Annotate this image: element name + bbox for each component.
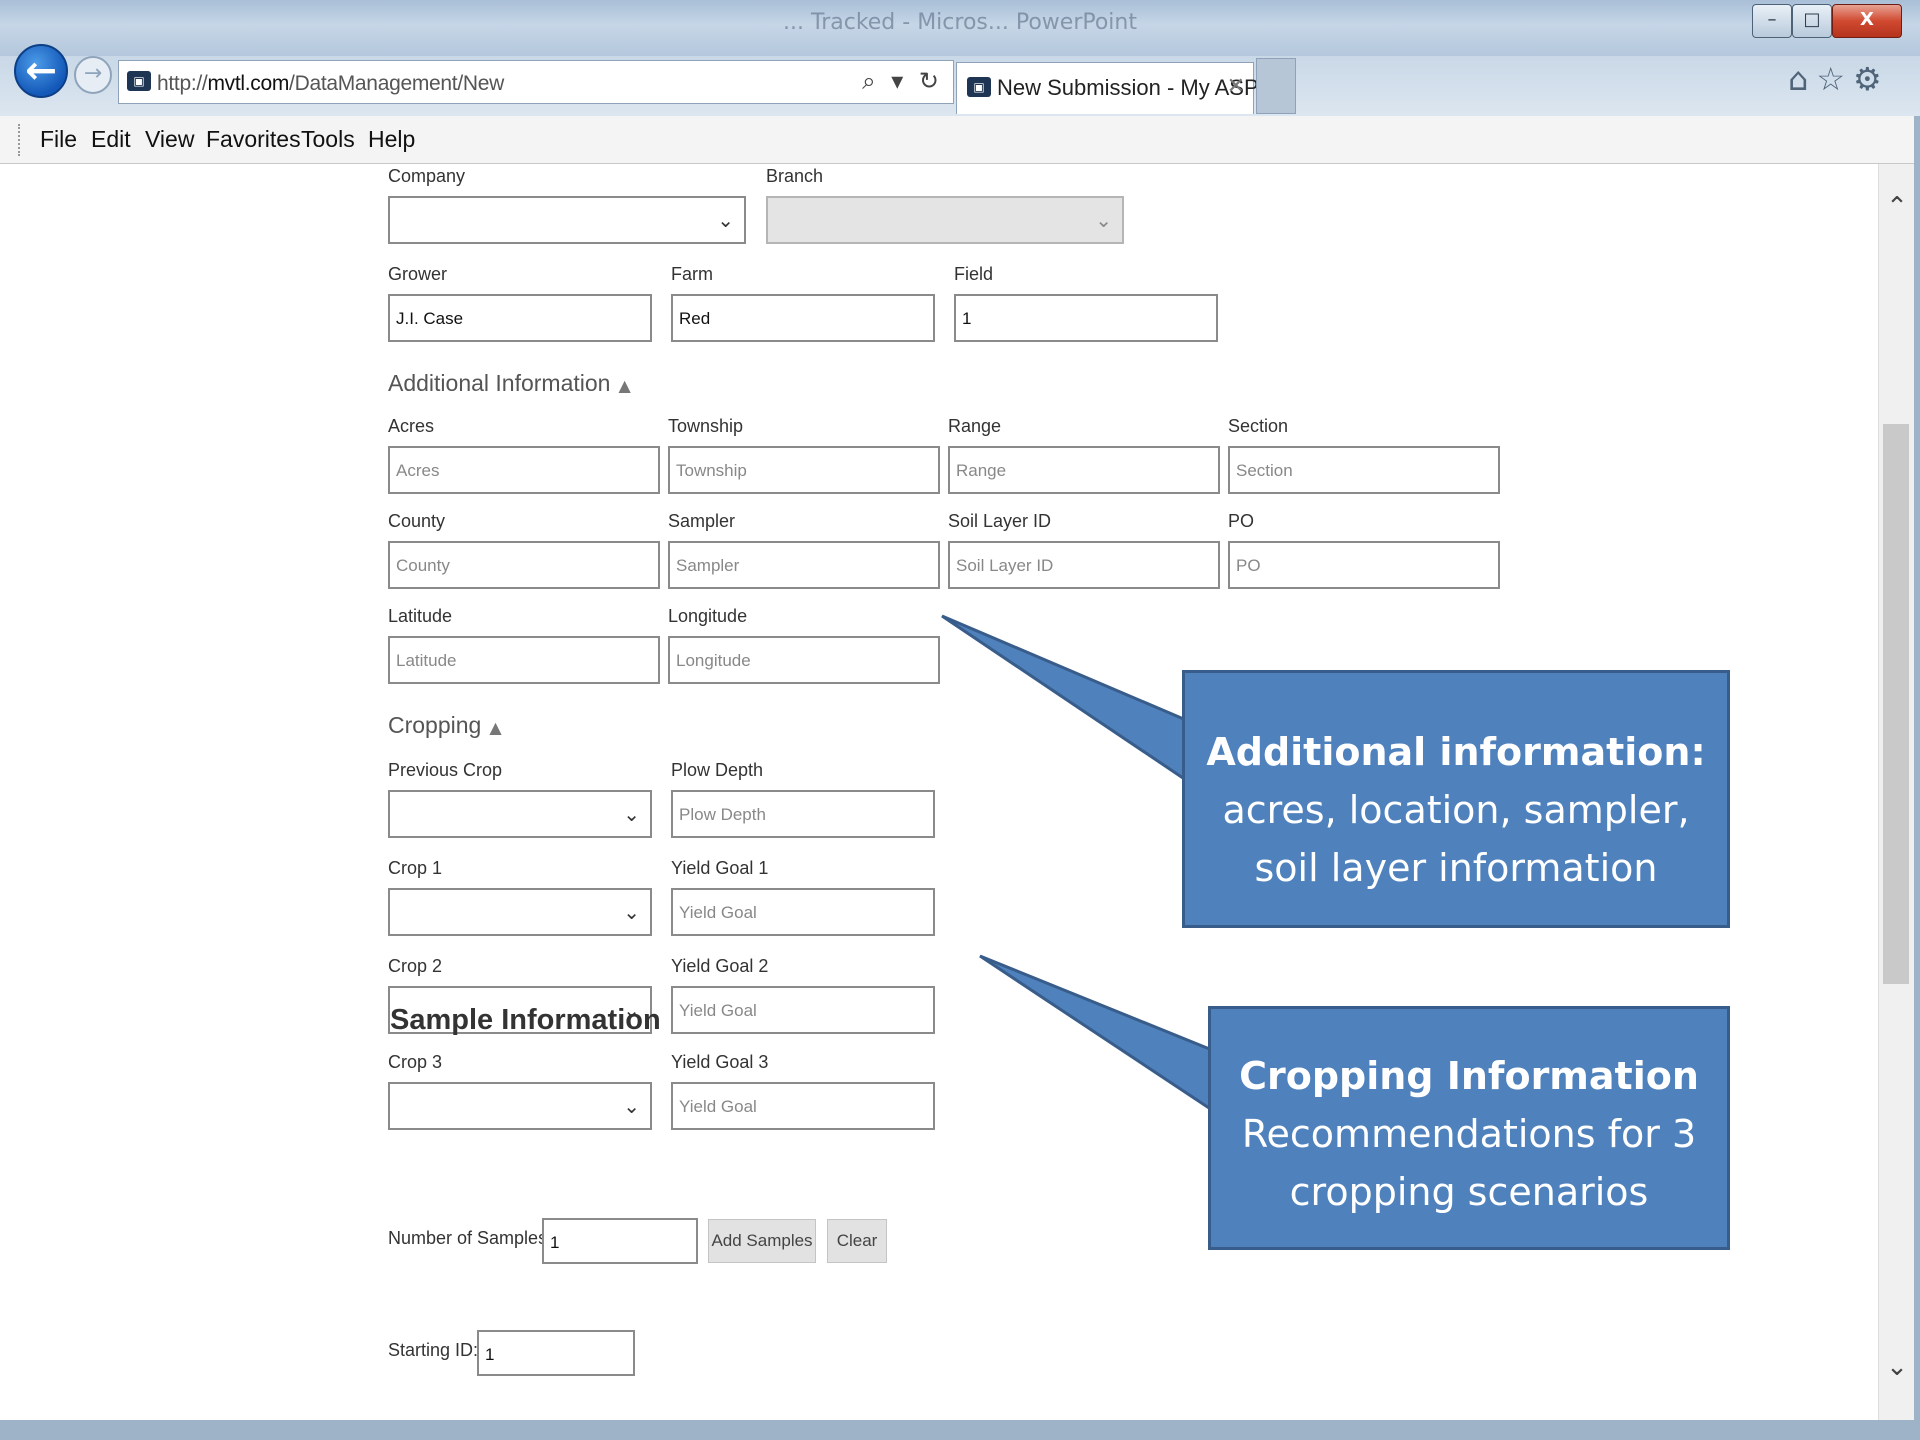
callout1-tail: [941, 614, 1188, 783]
callout2-tail: [979, 954, 1214, 1113]
callout2-body: Recommendations for 3 cropping scenarios: [1241, 1112, 1697, 1214]
callout2-title: Cropping Information: [1239, 1054, 1699, 1098]
callout1-title: Additional information:: [1206, 730, 1706, 774]
callout1-body: acres, location, sampler, soil layer inf…: [1222, 788, 1690, 890]
callout-additional-information: Additional information: acres, location,…: [1182, 670, 1730, 928]
callout-cropping-information: Cropping Information Recommendations for…: [1208, 1006, 1730, 1250]
